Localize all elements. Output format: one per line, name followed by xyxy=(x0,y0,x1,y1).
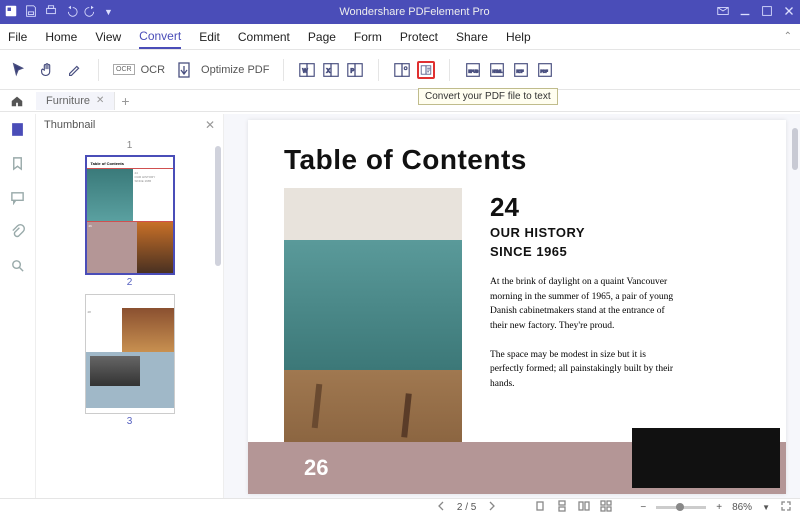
left-rail xyxy=(0,114,36,498)
thumbnail-page-3[interactable]: 28 xyxy=(85,294,175,414)
view-single-icon[interactable] xyxy=(534,500,546,515)
redo-icon[interactable] xyxy=(84,4,98,21)
search-panel-icon[interactable] xyxy=(10,258,25,276)
tab-close-icon[interactable]: ✕ xyxy=(96,95,104,106)
menu-view[interactable]: View xyxy=(95,26,121,48)
tooltip: Convert your PDF file to text xyxy=(418,88,558,105)
svg-text:X: X xyxy=(327,68,331,74)
menu-form[interactable]: Form xyxy=(354,26,382,48)
tab-label: Furniture xyxy=(46,95,90,107)
svg-text:PDF: PDF xyxy=(541,69,549,73)
to-image-icon[interactable] xyxy=(393,61,411,79)
comment-panel-icon[interactable] xyxy=(10,190,25,208)
menu-edit[interactable]: Edit xyxy=(199,26,220,48)
page-title: Table of Contents xyxy=(248,120,786,188)
tabstrip: Furniture ✕ + xyxy=(0,90,800,112)
thumbnail-page-2[interactable]: Table of Contents 24OUR HISTORYSINCE 196… xyxy=(85,155,175,275)
bottom-stripe: 26 xyxy=(248,442,786,494)
thumb-scrollbar[interactable] xyxy=(215,146,221,266)
view-facing-cont-icon[interactable] xyxy=(600,500,612,515)
to-pdfa-icon[interactable]: PDF xyxy=(536,61,554,79)
stripe-number: 26 xyxy=(304,455,328,481)
toolbar: OCROCR Optimize PDF W X P EPUB HTML RTF … xyxy=(0,50,800,90)
thumb-number-2: 2 xyxy=(46,277,213,288)
sidebar-title: Thumbnail xyxy=(44,119,95,131)
workspace: Thumbnail ✕ 1 Table of Contents 24OUR HI… xyxy=(0,114,800,498)
svg-text:RTF: RTF xyxy=(517,69,525,73)
to-epub-icon[interactable]: EPUB xyxy=(464,61,482,79)
ocr-icon: OCR xyxy=(113,64,135,75)
svg-text:W: W xyxy=(303,68,309,74)
menubar: File Home View Convert Edit Comment Page… xyxy=(0,24,800,50)
zoom-value[interactable]: 86% xyxy=(732,502,752,513)
menu-share[interactable]: Share xyxy=(456,26,488,48)
thumb-label-1: 1 xyxy=(46,140,213,151)
menu-comment[interactable]: Comment xyxy=(238,26,290,48)
subheading-2: SINCE 1965 xyxy=(490,244,750,261)
menu-help[interactable]: Help xyxy=(506,26,531,48)
ocr-button[interactable]: OCROCR xyxy=(113,64,165,76)
thumb-number-3: 3 xyxy=(46,416,213,427)
paragraph-1: At the brink of daylight on a quaint Van… xyxy=(490,275,680,334)
optimize-icon xyxy=(175,60,195,80)
titlebar: ▼ Wondershare PDFelement Pro xyxy=(0,0,800,24)
thumbnail-panel-icon[interactable] xyxy=(10,122,25,140)
prev-page-icon[interactable] xyxy=(435,500,447,515)
to-html-icon[interactable]: HTML xyxy=(488,61,506,79)
view-continuous-icon[interactable] xyxy=(556,500,568,515)
to-ppt-icon[interactable]: P xyxy=(346,61,364,79)
view-facing-icon[interactable] xyxy=(578,500,590,515)
zoom-in-icon[interactable]: + xyxy=(716,502,722,513)
attachment-panel-icon[interactable] xyxy=(10,224,25,242)
zoom-slider[interactable] xyxy=(656,506,706,509)
to-word-icon[interactable]: W xyxy=(298,61,316,79)
maximize-icon[interactable] xyxy=(760,4,774,21)
new-tab-icon[interactable]: + xyxy=(121,93,129,109)
home-icon[interactable] xyxy=(10,94,24,108)
select-tool-icon[interactable] xyxy=(10,61,28,79)
to-excel-icon[interactable]: X xyxy=(322,61,340,79)
subheading-1: OUR HISTORY xyxy=(490,225,750,242)
dark-image xyxy=(632,428,780,488)
print-icon[interactable] xyxy=(44,4,58,21)
statusbar: 2 / 5 − + 86% ▼ xyxy=(0,498,800,516)
menu-file[interactable]: File xyxy=(8,26,27,48)
heading-number: 24 xyxy=(490,192,750,223)
collapse-ribbon-icon[interactable]: ⌃ xyxy=(784,31,792,42)
sidebar-close-icon[interactable]: ✕ xyxy=(205,118,215,132)
optimize-button[interactable]: Optimize PDF xyxy=(175,60,269,80)
to-rtf-icon[interactable]: RTF xyxy=(512,61,530,79)
menu-protect[interactable]: Protect xyxy=(400,26,438,48)
fullscreen-icon[interactable] xyxy=(780,500,792,515)
sofa-image xyxy=(284,188,462,448)
save-icon[interactable] xyxy=(24,4,38,21)
menu-convert[interactable]: Convert xyxy=(139,25,181,49)
dropdown-icon[interactable]: ▼ xyxy=(104,7,113,17)
thumbnail-sidebar: Thumbnail ✕ 1 Table of Contents 24OUR HI… xyxy=(36,114,224,498)
paragraph-2: The space may be modest in size but it i… xyxy=(490,348,680,392)
bookmark-panel-icon[interactable] xyxy=(10,156,25,174)
undo-icon[interactable] xyxy=(64,4,78,21)
document-tab[interactable]: Furniture ✕ xyxy=(36,92,115,110)
menu-page[interactable]: Page xyxy=(308,26,336,48)
zoom-out-icon[interactable]: − xyxy=(640,502,646,513)
edit-tool-icon[interactable] xyxy=(66,61,84,79)
svg-text:EPUB: EPUB xyxy=(469,69,479,73)
close-icon[interactable] xyxy=(782,4,796,21)
svg-text:P: P xyxy=(351,68,355,74)
app-title: Wondershare PDFelement Pro xyxy=(113,6,716,18)
mail-icon[interactable] xyxy=(716,4,730,21)
zoom-dropdown-icon[interactable]: ▼ xyxy=(762,503,770,512)
next-page-icon[interactable] xyxy=(486,500,498,515)
to-text-icon[interactable] xyxy=(417,61,435,79)
menu-home[interactable]: Home xyxy=(45,26,77,48)
app-logo-icon xyxy=(4,4,18,21)
page-content: Table of Contents 24 OUR HISTORY SINCE 1… xyxy=(248,120,786,494)
minimize-icon[interactable] xyxy=(738,4,752,21)
page-indicator[interactable]: 2 / 5 xyxy=(457,502,476,513)
page-canvas[interactable]: Table of Contents 24 OUR HISTORY SINCE 1… xyxy=(224,114,800,498)
hand-tool-icon[interactable] xyxy=(38,61,56,79)
canvas-scrollbar[interactable] xyxy=(792,128,798,170)
svg-text:HTML: HTML xyxy=(493,69,503,73)
